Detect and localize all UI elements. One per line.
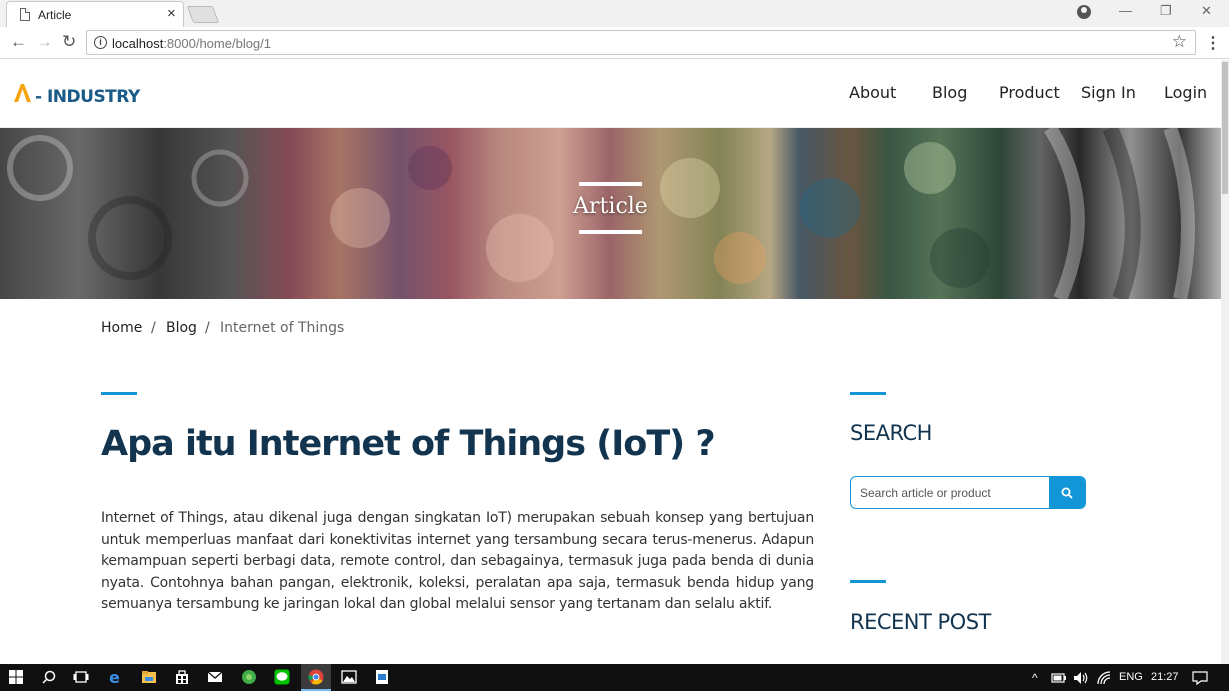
bookmark-star-icon[interactable]: ☆ (1172, 32, 1187, 52)
screen: Article × — ❐ ✕ ← → ↻ i localhost:8000/h… (0, 0, 1229, 691)
file-explorer-icon[interactable] (141, 669, 157, 685)
search-icon (1061, 487, 1073, 499)
restore-button[interactable]: ❐ (1160, 3, 1172, 19)
search-icon[interactable] (41, 669, 57, 685)
logo-text[interactable]: - INDUSTRY (35, 87, 140, 107)
url-path: :8000/home/blog/1 (163, 36, 272, 51)
language-indicator[interactable]: ENG (1119, 671, 1143, 683)
breadcrumb-blog[interactable]: Blog (166, 320, 197, 336)
mail-icon[interactable] (207, 669, 223, 685)
search-form (850, 476, 1086, 509)
windows-taskbar: e ^ ENG 21:27 (0, 664, 1229, 691)
document-app-icon[interactable] (374, 669, 390, 685)
chrome-icon[interactable] (308, 669, 324, 685)
edge-icon[interactable]: e (108, 669, 124, 685)
hero-divider-bottom (579, 230, 642, 234)
task-view-icon[interactable] (73, 669, 89, 685)
info-icon[interactable]: i (94, 36, 107, 49)
browser-toolbar: ← → ↻ i localhost:8000/home/blog/1 ☆ ⋮ (0, 27, 1229, 59)
store-icon[interactable] (174, 669, 190, 685)
page-scrollbar[interactable] (1221, 60, 1229, 664)
article-accent-line (101, 392, 137, 395)
tab-title: Article (38, 8, 72, 22)
logo-mark-icon[interactable] (12, 83, 32, 103)
url-host: localhost (112, 36, 164, 51)
recent-accent-line (850, 580, 886, 583)
clock[interactable]: 21:27 (1151, 671, 1179, 683)
search-accent-line (850, 392, 886, 395)
address-bar[interactable]: i localhost:8000/home/blog/1 ☆ (86, 30, 1196, 55)
browser-tab[interactable]: Article × (6, 1, 184, 27)
svg-text:e: e (109, 669, 120, 685)
article-body: Internet of Things, atau dikenal juga de… (101, 510, 814, 613)
hero-banner: Article (0, 128, 1221, 299)
nav-login[interactable]: Login (1164, 83, 1207, 102)
forward-button[interactable]: → (36, 33, 53, 51)
nav-about[interactable]: About (849, 83, 896, 102)
page-icon (20, 8, 30, 21)
search-heading: SEARCH (850, 421, 932, 445)
hero-title: Article (573, 194, 648, 219)
nav-sign-in[interactable]: Sign In (1081, 83, 1136, 102)
site-header: - INDUSTRY About Blog Product Sign In Lo… (0, 60, 1221, 128)
hero-divider-top (579, 182, 642, 186)
close-window-button[interactable]: ✕ (1201, 3, 1212, 19)
browser-menu-icon[interactable]: ⋮ (1205, 33, 1221, 53)
line-app-icon[interactable] (274, 669, 290, 685)
url-text[interactable]: localhost:8000/home/blog/1 (112, 36, 271, 51)
browser-tabstrip: Article × — ❐ ✕ (0, 0, 1229, 27)
article-title: Apa itu Internet of Things (IoT) ? (101, 424, 716, 464)
nav-product[interactable]: Product (999, 83, 1060, 102)
search-input[interactable] (851, 477, 1050, 508)
scrollbar-thumb[interactable] (1222, 62, 1228, 194)
tab-close-icon[interactable]: × (167, 5, 176, 23)
nav-blog[interactable]: Blog (932, 83, 967, 102)
breadcrumb-separator: / (151, 320, 156, 336)
windows-start-icon[interactable] (8, 669, 24, 685)
recent-post-heading: RECENT POST (850, 610, 991, 634)
notifications-icon[interactable] (1192, 670, 1208, 686)
breadcrumb-separator: / (205, 320, 210, 336)
minimize-button[interactable]: — (1119, 3, 1132, 18)
breadcrumb-home[interactable]: Home (101, 320, 142, 336)
search-button[interactable] (1049, 477, 1085, 508)
reload-button[interactable]: ↻ (62, 33, 76, 51)
new-tab-button[interactable] (186, 6, 220, 23)
battery-icon[interactable] (1051, 670, 1067, 686)
photos-icon[interactable] (341, 669, 357, 685)
volume-icon[interactable] (1073, 670, 1089, 686)
tray-chevron-icon[interactable]: ^ (1032, 671, 1038, 685)
account-icon[interactable] (1077, 5, 1091, 19)
breadcrumb-current: Internet of Things (220, 320, 345, 336)
app-globe-icon[interactable] (241, 669, 257, 685)
wifi-icon[interactable] (1096, 670, 1112, 686)
back-button[interactable]: ← (10, 33, 27, 51)
